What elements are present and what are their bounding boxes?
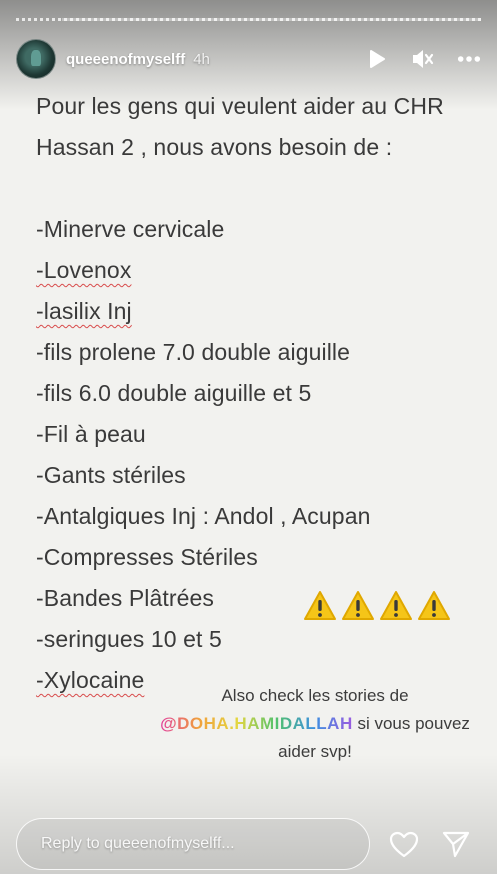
list-item: -Fil à peau [36,421,146,447]
more-options-icon[interactable] [457,47,481,71]
list-item: -Antalgiques Inj : Andol , Acupan [36,503,371,529]
warning-icon [303,590,337,622]
list-item: -lasilix Inj [36,298,132,324]
story-header: queeenofmyselff 4h [16,38,481,80]
list-item: -fils 6.0 double aiguille et 5 [36,380,312,406]
reply-placeholder: Reply to queeenofmyselff... [41,835,235,852]
mention-link[interactable]: @DOHA.HAMIDALLAH [160,714,353,733]
avatar[interactable] [16,39,56,79]
post-time: 4h [193,50,210,68]
speaker-muted-icon[interactable] [411,47,435,71]
list-item: -Gants stériles [36,462,186,488]
sticker-line: aider svp! [278,742,352,761]
reply-input[interactable]: Reply to queeenofmyselff... [16,818,370,870]
warning-stickers [303,590,451,622]
sticker-line: @DOHA.HAMIDALLAH si vous pouvez [140,710,490,738]
warning-icon [417,590,451,622]
intro-text: Pour les gens qui veulent aider au CHR H… [36,93,444,160]
header-actions [365,47,481,71]
list-item: -Compresses Stériles [36,544,258,570]
send-icon[interactable] [440,828,472,860]
story-viewer[interactable]: queeenofmyselff 4h Pour les gens qui veu… [0,0,497,874]
list-item: -Lovenox [36,257,132,283]
warning-icon [341,590,375,622]
heart-icon[interactable] [388,828,420,860]
warning-icon [379,590,413,622]
sticker-line-rest: si vous pouvez [352,714,470,733]
username[interactable]: queeenofmyselff [66,51,185,68]
list-item: -seringues 10 et 5 [36,626,222,652]
list-item: -Minerve cervicale [36,216,225,242]
play-icon[interactable] [365,47,389,71]
text-sticker: Also check les stories de @DOHA.HAMIDALL… [140,682,490,766]
story-progress-bar [16,18,481,21]
list-item: -fils prolene 7.0 double aiguille [36,339,351,365]
sticker-line: Also check les stories de [221,686,409,705]
